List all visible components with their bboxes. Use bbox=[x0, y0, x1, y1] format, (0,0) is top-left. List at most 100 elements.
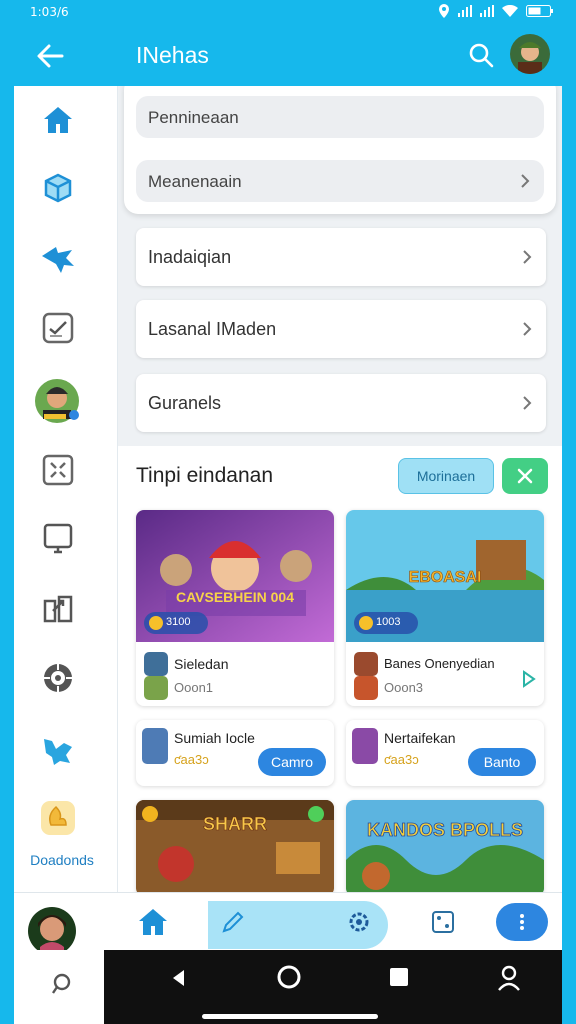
home-circle-icon[interactable] bbox=[276, 964, 302, 990]
pencil-icon bbox=[222, 911, 244, 933]
status-bar: 1:03/6 bbox=[0, 0, 576, 24]
row-label: Inadaiqian bbox=[148, 247, 232, 267]
tool-icon bbox=[44, 739, 72, 765]
sidebar-item-downloads[interactable] bbox=[38, 798, 78, 838]
nav-edit[interactable] bbox=[216, 905, 250, 939]
person-icon[interactable] bbox=[496, 964, 522, 992]
game-action-button[interactable]: Camro bbox=[258, 748, 326, 776]
game-art-title: CAVSEBHEIN 004 bbox=[176, 589, 294, 605]
close-icon bbox=[517, 468, 533, 484]
chevron-right-icon bbox=[523, 396, 532, 410]
game-card[interactable]: KANDOS BPOLLS bbox=[346, 800, 544, 892]
sidebar-item-share[interactable] bbox=[38, 588, 78, 628]
tasks-icon bbox=[42, 312, 74, 344]
game-sub: ƈaa3ɔ bbox=[384, 752, 419, 767]
game-icon bbox=[144, 652, 168, 676]
sidebar-item-profile[interactable] bbox=[34, 378, 80, 424]
downloads-icon bbox=[41, 801, 75, 835]
game-name: Sieledan bbox=[174, 656, 229, 672]
home-indicator bbox=[202, 1014, 378, 1019]
game-name: Nertaifekan bbox=[384, 730, 456, 746]
more-vertical-icon bbox=[520, 914, 524, 930]
more-button[interactable]: Morinaen bbox=[398, 458, 494, 494]
avatar-image bbox=[510, 34, 550, 74]
battery-icon bbox=[526, 5, 553, 17]
game-sub: Ooon1 bbox=[174, 680, 214, 695]
play-icon[interactable] bbox=[522, 670, 536, 688]
search-icon bbox=[469, 43, 494, 68]
game-name: Sumiah Iocle bbox=[174, 730, 255, 746]
game-card[interactable]: SHARR bbox=[136, 800, 334, 892]
game-art-title: KANDOS BPOLLS bbox=[367, 820, 523, 840]
top-card: Pennineaan Meanenaain bbox=[124, 86, 556, 214]
back-triangle-icon[interactable] bbox=[170, 968, 188, 988]
game-icon bbox=[354, 652, 378, 676]
search-button[interactable] bbox=[466, 40, 496, 70]
price-badge: 3100 bbox=[144, 612, 208, 634]
sidebar-item-plane[interactable] bbox=[38, 238, 78, 278]
system-nav-bar bbox=[14, 950, 562, 1024]
field-label: Meanenaain bbox=[148, 172, 242, 191]
chevron-right-icon bbox=[523, 322, 532, 336]
game-card[interactable]: Sumiah Iocle ƈaa3ɔ Camro bbox=[136, 720, 334, 786]
bottom-avatar[interactable] bbox=[28, 907, 76, 955]
close-button[interactable] bbox=[502, 458, 548, 494]
sidebar-item-tasks[interactable] bbox=[38, 308, 78, 348]
game-art-title: SHARR bbox=[203, 814, 267, 834]
downloads-label[interactable]: Doadonds bbox=[14, 852, 110, 868]
sidebar-item-monitor[interactable] bbox=[38, 518, 78, 558]
game-icon bbox=[352, 728, 378, 764]
game-art-title: EBOASAI bbox=[409, 569, 482, 586]
recents-square-icon[interactable] bbox=[388, 966, 410, 988]
back-button[interactable] bbox=[32, 38, 68, 74]
nav-settings[interactable] bbox=[342, 905, 376, 939]
sidebar-item-tool[interactable] bbox=[38, 728, 78, 768]
profile-avatar bbox=[35, 379, 79, 423]
game-card[interactable]: EBOASAI 1003 Banes Onenyedian Ooon3 bbox=[346, 510, 544, 706]
sidebar-item-settings[interactable] bbox=[38, 658, 78, 698]
game-name: Banes Onenyedian bbox=[384, 656, 495, 671]
system-bar-search-area bbox=[14, 950, 104, 1024]
row-label: Guranels bbox=[148, 393, 222, 413]
nav-home[interactable] bbox=[136, 905, 170, 939]
home-icon bbox=[139, 909, 167, 935]
sidebar-item-box[interactable] bbox=[38, 168, 78, 208]
grid-icon bbox=[42, 454, 74, 486]
user-avatar[interactable] bbox=[510, 34, 550, 74]
field-pennineaan[interactable]: Pennineaan bbox=[136, 96, 544, 138]
avatar-image bbox=[28, 907, 76, 955]
app-bar: INehas bbox=[14, 24, 562, 86]
page-title: INehas bbox=[136, 42, 209, 68]
monitor-icon bbox=[43, 523, 73, 554]
gear-icon bbox=[349, 912, 369, 932]
share-icon bbox=[43, 595, 73, 623]
game-card[interactable]: Nertaifekan ƈaa3ɔ Banto bbox=[346, 720, 544, 786]
wifi-icon bbox=[502, 5, 518, 17]
game-card[interactable]: CAVSEBHEIN 004 3100 Sieledan Ooon1 bbox=[136, 510, 334, 706]
dice-icon bbox=[432, 911, 454, 933]
settings-row-2[interactable]: Lasanal IMaden bbox=[136, 300, 546, 358]
settings-content: Pennineaan Meanenaain Inadaiqian Lasanal… bbox=[118, 86, 562, 892]
row-label: Lasanal IMaden bbox=[148, 319, 277, 339]
nav-more-button[interactable] bbox=[496, 903, 548, 941]
arrow-left-icon bbox=[37, 44, 64, 68]
signal-2-icon bbox=[480, 5, 494, 17]
game-action-button[interactable]: Banto bbox=[468, 748, 536, 776]
settings-icon bbox=[44, 664, 72, 692]
games-section: Tinpi eindanan Morinaen CAVSEBHEIN 004 3… bbox=[118, 446, 562, 892]
status-icons bbox=[438, 4, 554, 18]
sidebar-item-grid[interactable] bbox=[38, 450, 78, 490]
settings-row-1[interactable]: Inadaiqian bbox=[136, 228, 546, 286]
home-icon bbox=[44, 107, 72, 133]
game-sub: ƈaa3ɔ bbox=[174, 752, 209, 767]
game-art-image: SHARR bbox=[136, 800, 334, 892]
settings-row-3[interactable]: Guranels bbox=[136, 374, 546, 432]
sidebar: Doadonds bbox=[14, 86, 118, 892]
nav-dice[interactable] bbox=[426, 905, 460, 939]
sidebar-item-home[interactable] bbox=[38, 100, 78, 140]
chevron-right-icon bbox=[523, 250, 532, 264]
field-meanenaain[interactable]: Meanenaain bbox=[136, 160, 544, 202]
price-badge: 1003 bbox=[354, 612, 418, 634]
game-icon-2 bbox=[354, 676, 378, 700]
search-icon[interactable] bbox=[50, 972, 72, 996]
